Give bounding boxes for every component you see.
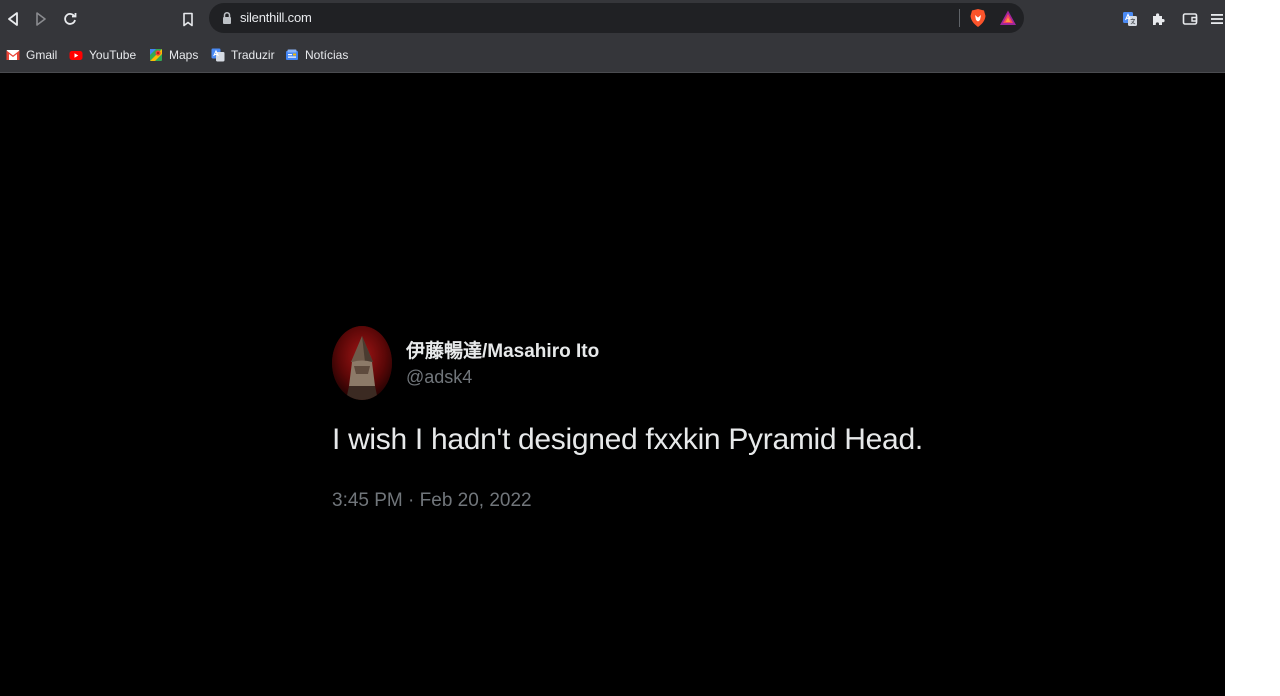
address-bar-divider bbox=[959, 9, 960, 27]
lock-icon bbox=[223, 11, 231, 24]
back-arrow-icon bbox=[8, 12, 18, 26]
puzzle-piece-icon bbox=[1153, 13, 1165, 25]
browser-window: silenthill.com Gmail YouTube Maps Traduz… bbox=[0, 0, 1225, 696]
tweet-text: I wish I hadn't designed fxxkin Pyramid … bbox=[332, 423, 923, 456]
bookmark-traduzir[interactable]: Traduzir bbox=[211, 44, 275, 66]
avatar[interactable] bbox=[332, 326, 392, 400]
brave-rewards-icon[interactable] bbox=[999, 9, 1017, 27]
maps-icon bbox=[150, 49, 162, 61]
tweet-display-name[interactable]: 伊藤暢達/Masahiro Ito bbox=[406, 336, 599, 363]
bookmark-icon bbox=[183, 12, 193, 26]
youtube-icon bbox=[69, 51, 83, 60]
brave-shields-icon[interactable] bbox=[969, 8, 987, 28]
menu-button[interactable] bbox=[1209, 7, 1223, 31]
browser-toolbar: silenthill.com bbox=[0, 0, 1225, 38]
tweet-handle[interactable]: @adsk4 bbox=[406, 367, 472, 388]
bookmark-label: Traduzir bbox=[231, 48, 275, 62]
reload-button[interactable] bbox=[58, 7, 82, 31]
bookmark-noticias[interactable]: Notícias bbox=[285, 44, 348, 66]
hamburger-menu-icon bbox=[1211, 14, 1223, 24]
url-text: silenthill.com bbox=[240, 10, 312, 25]
bookmark-gmail[interactable]: Gmail bbox=[6, 44, 57, 66]
gmail-icon bbox=[6, 50, 20, 60]
extensions-button[interactable] bbox=[1147, 7, 1171, 31]
back-button[interactable] bbox=[1, 7, 25, 31]
translate-icon bbox=[211, 48, 225, 62]
bookmark-label: Maps bbox=[169, 48, 199, 62]
google-translate-icon bbox=[1123, 12, 1137, 26]
wallet-button[interactable] bbox=[1178, 7, 1202, 31]
forward-arrow-icon bbox=[36, 12, 46, 26]
bookmark-label: YouTube bbox=[89, 48, 137, 62]
bookmark-label: Gmail bbox=[26, 48, 58, 62]
forward-button[interactable] bbox=[29, 7, 53, 31]
reload-icon bbox=[64, 13, 77, 25]
bookmark-label: Notícias bbox=[305, 48, 349, 62]
pyramid-head-avatar-image bbox=[332, 326, 392, 400]
address-bar[interactable]: silenthill.com bbox=[209, 3, 1024, 33]
tweet-timestamp[interactable]: 3:45 PM · Feb 20, 2022 bbox=[332, 490, 532, 512]
wallet-icon bbox=[1182, 13, 1198, 25]
bookmark-page-button[interactable] bbox=[176, 7, 200, 31]
translate-extension-button[interactable] bbox=[1118, 7, 1142, 31]
news-icon bbox=[286, 49, 298, 60]
bookmark-maps[interactable]: Maps bbox=[149, 44, 198, 66]
bookmarks-bar: Gmail YouTube Maps Traduzir Notícias bbox=[0, 38, 1225, 73]
bookmark-youtube[interactable]: YouTube bbox=[69, 44, 136, 66]
